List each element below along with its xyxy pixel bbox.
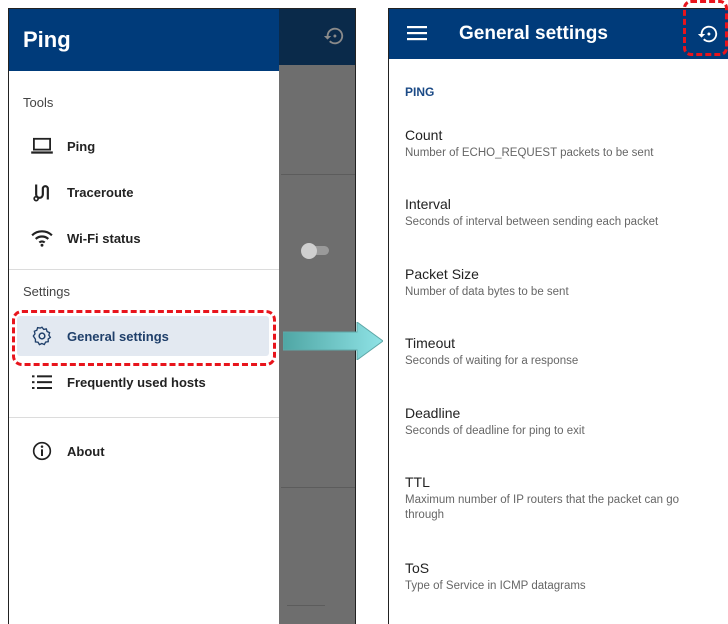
setting-summary: Maximum number of IP routers that the pa… bbox=[405, 494, 680, 521]
drawer-item-label: Traceroute bbox=[67, 184, 134, 200]
right-screen: General settings PING Count Number of EC… bbox=[388, 8, 728, 624]
drawer-item-label: Wi-Fi status bbox=[67, 230, 141, 246]
setting-summary: Seconds of waiting for a response bbox=[405, 355, 579, 367]
highlight-general-settings bbox=[12, 310, 276, 366]
page-title: General settings bbox=[459, 23, 608, 44]
setting-title: Interval bbox=[405, 196, 451, 212]
drawer-title: Ping bbox=[9, 9, 279, 71]
wifi-icon bbox=[31, 227, 53, 249]
setting-summary: Seconds of interval between sending each… bbox=[405, 216, 659, 228]
menu-icon[interactable] bbox=[407, 25, 427, 46]
section-label-settings: Settings bbox=[23, 284, 70, 299]
background-toggle bbox=[301, 243, 331, 259]
list-icon bbox=[31, 371, 53, 393]
laptop-icon bbox=[31, 135, 53, 157]
drawer-item-about[interactable]: About bbox=[9, 428, 279, 474]
app-bar: General settings bbox=[389, 9, 728, 59]
setting-ttl[interactable]: TTL Maximum number of IP routers that th… bbox=[405, 474, 720, 523]
route-icon bbox=[31, 181, 53, 203]
background-divider bbox=[281, 174, 355, 175]
setting-tos[interactable]: ToS Type of Service in ICMP datagrams bbox=[405, 560, 720, 594]
setting-summary: Type of Service in ICMP datagrams bbox=[405, 580, 586, 592]
setting-packet-size[interactable]: Packet Size Number of data bytes to be s… bbox=[405, 266, 720, 300]
setting-summary: Seconds of deadline for ping to exit bbox=[405, 425, 585, 437]
setting-timeout[interactable]: Timeout Seconds of waiting for a respons… bbox=[405, 335, 720, 369]
setting-title: Timeout bbox=[405, 335, 456, 351]
setting-title: Count bbox=[405, 127, 443, 143]
drawer-item-traceroute[interactable]: Traceroute bbox=[9, 169, 279, 215]
drawer-item-label: Frequently used hosts bbox=[67, 374, 206, 390]
background-divider bbox=[281, 487, 355, 488]
drawer-item-label: About bbox=[67, 443, 105, 459]
setting-title: Deadline bbox=[405, 405, 461, 421]
section-header-ping: PING bbox=[405, 85, 435, 99]
background-divider bbox=[287, 605, 325, 606]
highlight-restore-defaults bbox=[683, 0, 728, 56]
setting-title: Packet Size bbox=[405, 266, 479, 282]
setting-summary: Number of ECHO_REQUEST packets to be sen… bbox=[405, 147, 654, 159]
setting-title: ToS bbox=[405, 560, 430, 576]
setting-deadline[interactable]: Deadline Seconds of deadline for ping to… bbox=[405, 405, 720, 439]
restore-icon bbox=[323, 25, 345, 52]
setting-interval[interactable]: Interval Seconds of interval between sen… bbox=[405, 196, 720, 230]
setting-title: TTL bbox=[405, 474, 430, 490]
drawer-item-ping[interactable]: Ping bbox=[9, 123, 279, 169]
drawer-item-wifi-status[interactable]: Wi-Fi status bbox=[9, 215, 279, 261]
arrow-right-icon bbox=[282, 321, 384, 365]
setting-summary: Number of data bytes to be sent bbox=[405, 286, 569, 298]
section-label-tools: Tools bbox=[23, 95, 54, 110]
info-icon bbox=[31, 440, 53, 462]
setting-count[interactable]: Count Number of ECHO_REQUEST packets to … bbox=[405, 127, 720, 161]
drawer-item-label: Ping bbox=[67, 138, 96, 154]
